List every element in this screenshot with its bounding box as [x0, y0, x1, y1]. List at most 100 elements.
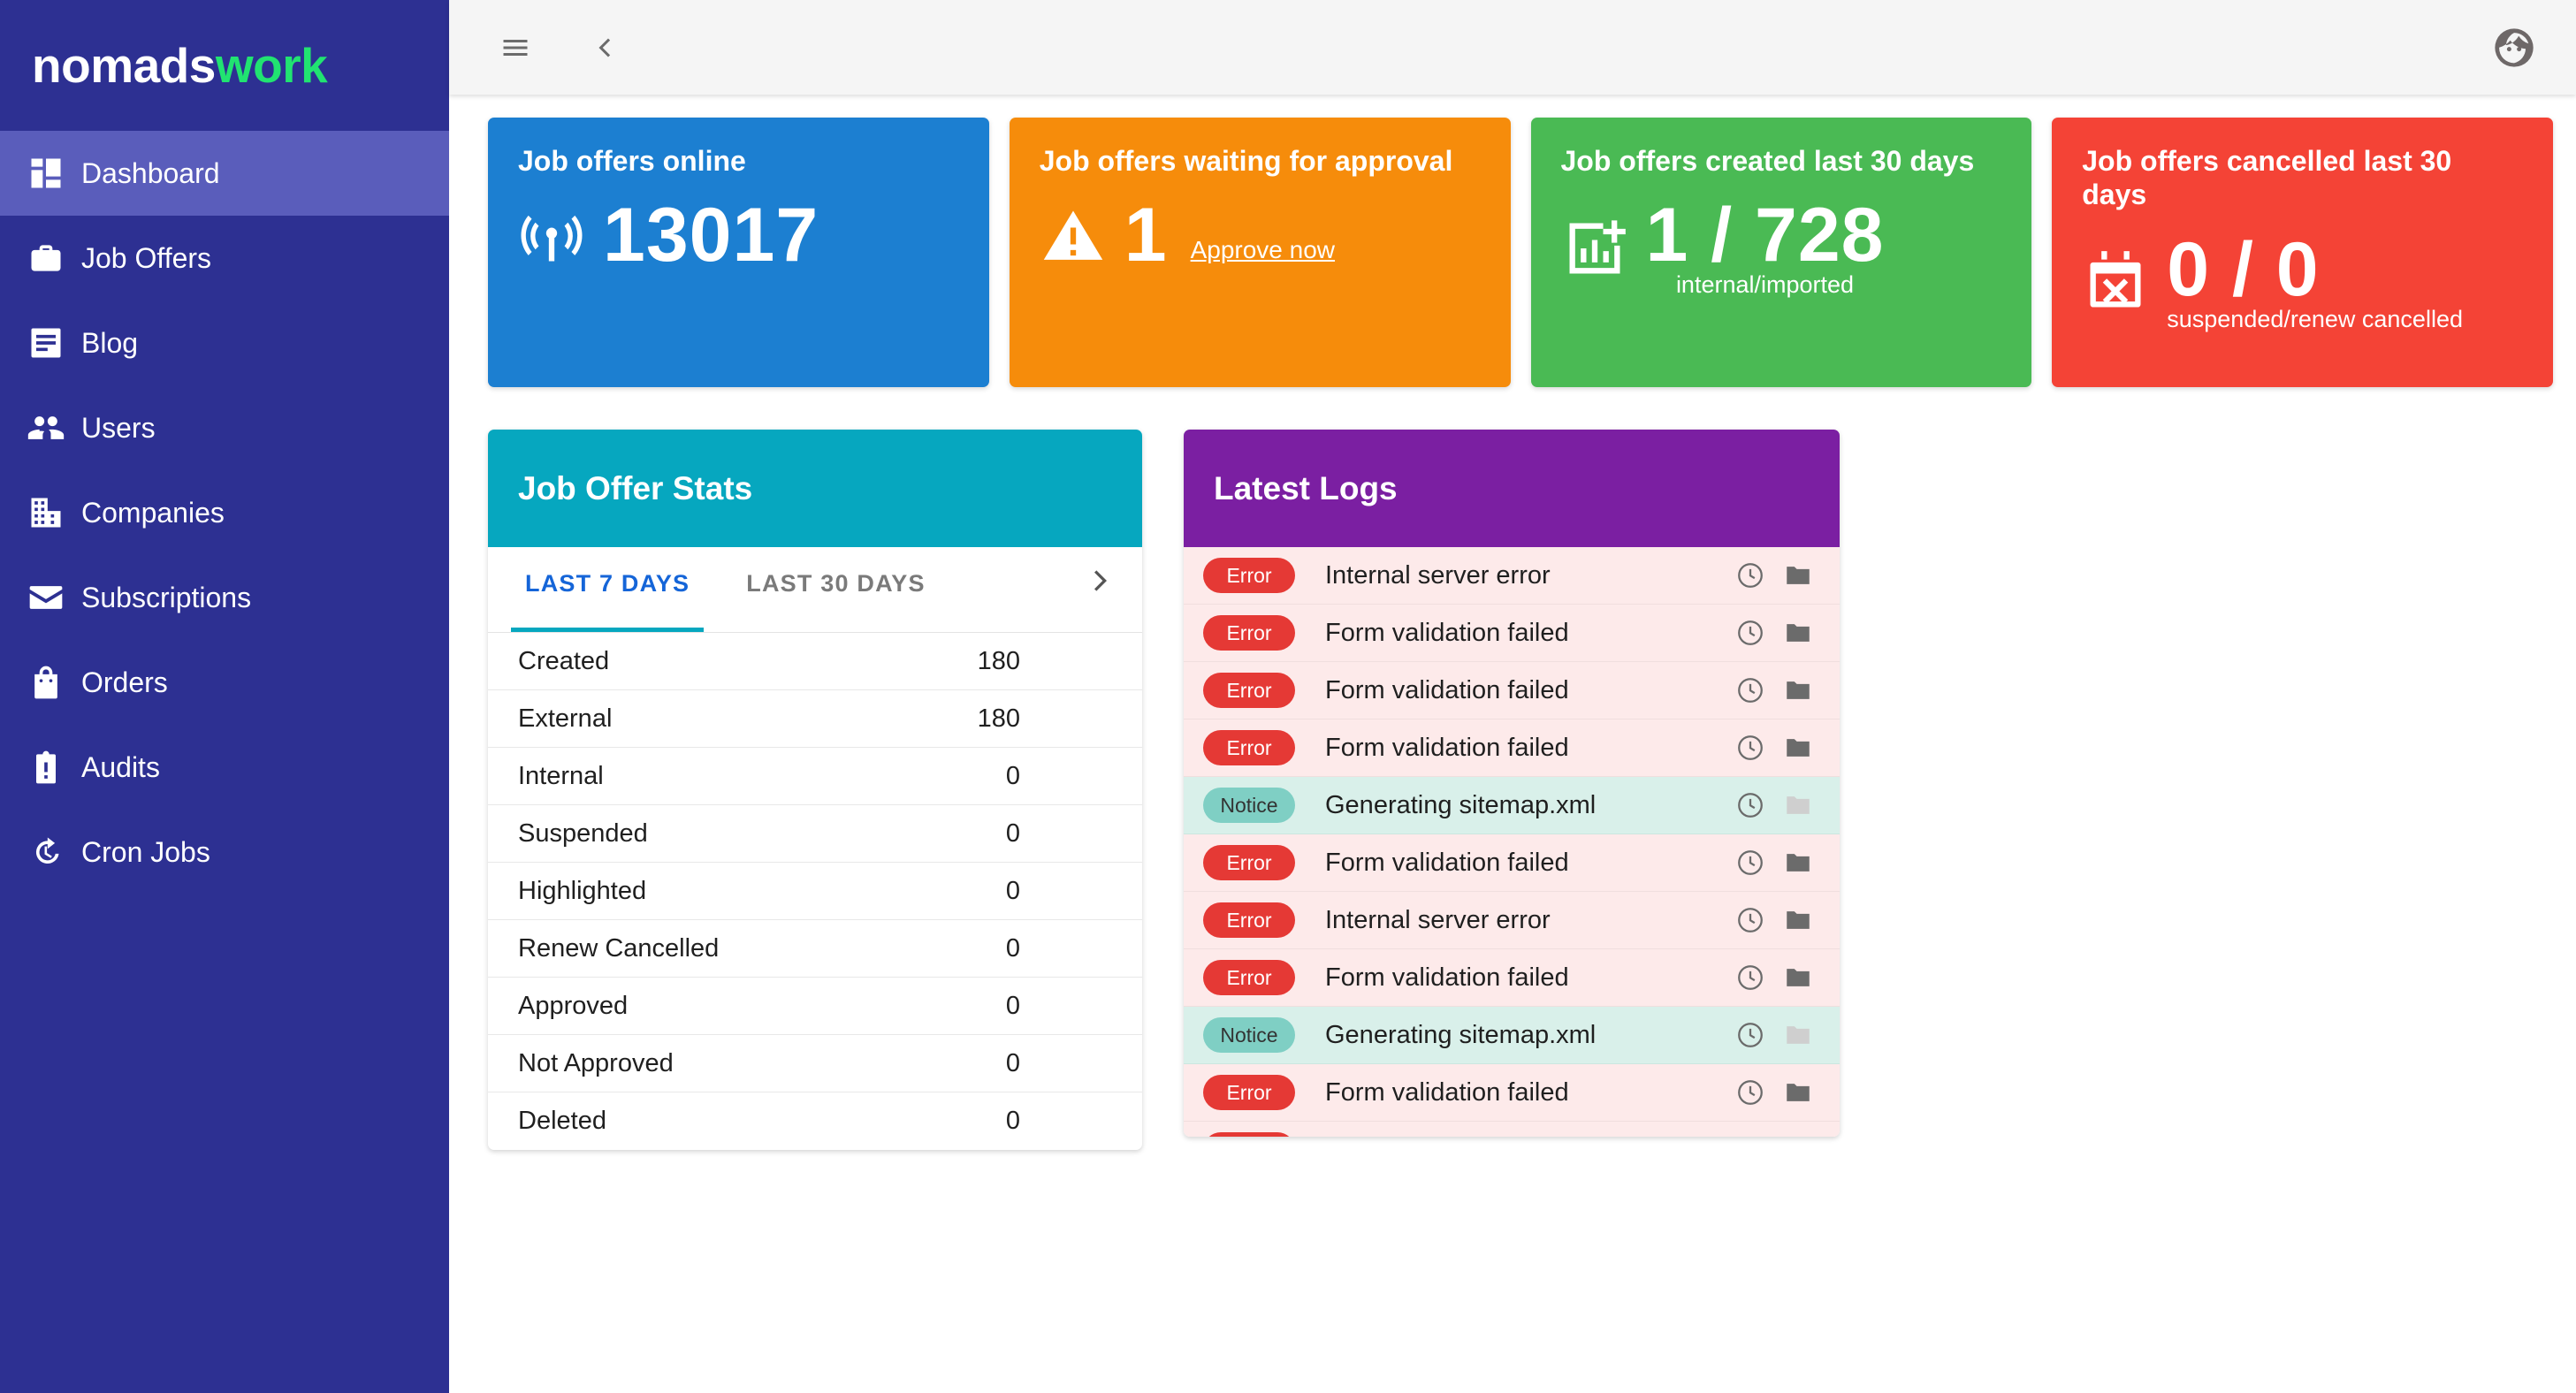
stat-card-value-row: 1 Approve now: [1124, 197, 1335, 275]
folder-icon[interactable]: [1783, 1077, 1813, 1108]
clock-icon[interactable]: [1735, 560, 1765, 590]
chevron-right-icon[interactable]: [1084, 547, 1142, 598]
folder-icon[interactable]: [1783, 963, 1813, 993]
status-badge: Error: [1203, 902, 1295, 938]
stat-card-body: 1 / 728 internal/imported: [1561, 197, 2002, 299]
add-chart-icon: [1561, 215, 1646, 282]
clock-icon[interactable]: [1735, 790, 1765, 820]
sidebar-item-cron-jobs[interactable]: Cron Jobs: [0, 810, 449, 894]
sidebar-item-users[interactable]: Users: [0, 385, 449, 470]
envelope-icon: [27, 578, 81, 617]
folder-icon[interactable]: [1783, 618, 1813, 648]
stat-card-waiting-approval[interactable]: Job offers waiting for approval 1 Approv…: [1009, 118, 1511, 387]
log-row-actions: [1735, 905, 1820, 935]
stat-card-value-row: 13017: [603, 197, 819, 275]
status-badge: Notice: [1203, 1017, 1295, 1053]
sidebar-item-label: Job Offers: [81, 241, 212, 274]
log-row[interactable]: Error Form validation failed: [1184, 719, 1840, 777]
job-offer-stats-header: Job Offer Stats: [488, 430, 1142, 547]
folder-icon[interactable]: [1783, 675, 1813, 705]
chevron-left-icon[interactable]: [576, 19, 635, 77]
stat-card-value: 1 / 728: [1645, 193, 1885, 278]
broadcast-antenna-icon: [518, 202, 603, 270]
clipboard-alert-icon: [27, 748, 81, 787]
log-row[interactable]: Error Internal server error: [1184, 547, 1840, 605]
stat-card-created-last-30-days[interactable]: Job offers created last 30 days 1 / 728 …: [1530, 118, 2032, 387]
stat-line: Suspended 0: [488, 805, 1142, 863]
sidebar-item-label: Dashboard: [81, 156, 220, 189]
stat-line-label: Deleted: [518, 1107, 606, 1135]
clock-icon[interactable]: [1735, 905, 1765, 935]
folder-icon[interactable]: [1783, 848, 1813, 878]
log-row[interactable]: Error Form validation failed: [1184, 662, 1840, 719]
folder-icon: [1787, 1026, 1810, 1044]
stat-card-cancelled-last-30-days[interactable]: Job offers cancelled last 30 days 0 / 0 …: [2052, 118, 2553, 387]
stat-line-label: Suspended: [518, 818, 648, 848]
log-message: Form validation failed: [1325, 1136, 1735, 1138]
stat-line-label: Highlighted: [518, 876, 647, 905]
log-row[interactable]: Error Form validation failed: [1184, 1122, 1840, 1137]
log-row-actions: [1735, 963, 1820, 993]
sidebar: nomadswork Dashboard Job Offers Blog Use…: [0, 0, 449, 1393]
account-face-icon[interactable]: [2482, 16, 2546, 80]
log-row[interactable]: Error Form validation failed: [1184, 1064, 1840, 1122]
tab-last-30-days[interactable]: LAST 30 DAYS: [718, 547, 953, 632]
folder-icon[interactable]: [1783, 560, 1813, 590]
clock-icon[interactable]: [1735, 1020, 1765, 1050]
clock-icon[interactable]: [1735, 1135, 1765, 1137]
log-row[interactable]: Notice Generating sitemap.xml: [1184, 1007, 1840, 1064]
hamburger-menu-icon[interactable]: [486, 19, 545, 77]
clock-icon[interactable]: [1735, 1077, 1765, 1108]
sidebar-item-dashboard[interactable]: Dashboard: [0, 131, 449, 216]
stat-line: Approved 0: [488, 978, 1142, 1035]
folder-icon[interactable]: [1783, 1135, 1813, 1137]
stat-line: Not Approved 0: [488, 1035, 1142, 1092]
stat-card-title: Job offers waiting for approval: [1039, 145, 1453, 177]
sidebar-nav: Dashboard Job Offers Blog Users Companie…: [0, 131, 449, 894]
clock-icon[interactable]: [1735, 618, 1765, 648]
stat-card-job-offers-online[interactable]: Job offers online 13017: [488, 118, 989, 387]
brand-logo[interactable]: nomadswork: [0, 0, 449, 131]
status-badge: Error: [1203, 960, 1295, 995]
clock-icon[interactable]: [1735, 675, 1765, 705]
stat-line: Created 180: [488, 633, 1142, 690]
log-row[interactable]: Error Form validation failed: [1184, 949, 1840, 1007]
stat-line-value: 0: [1005, 1107, 1020, 1135]
stat-line-label: Approved: [518, 991, 629, 1020]
sidebar-item-label: Cron Jobs: [81, 835, 210, 868]
log-row[interactable]: Error Internal server error: [1184, 892, 1840, 949]
clock-icon[interactable]: [1735, 733, 1765, 763]
clock-icon[interactable]: [1735, 848, 1765, 878]
sidebar-item-orders[interactable]: Orders: [0, 640, 449, 725]
stat-line-label: Renew Cancelled: [518, 933, 720, 963]
approve-now-link[interactable]: Approve now: [1191, 236, 1335, 275]
log-row-actions: [1735, 618, 1820, 648]
clock-refresh-icon: [27, 833, 81, 872]
sidebar-item-label: Audits: [81, 750, 160, 783]
sidebar-item-job-offers[interactable]: Job Offers: [0, 216, 449, 301]
sidebar-item-blog[interactable]: Blog: [0, 301, 449, 385]
stat-card-body: 1 Approve now: [1040, 197, 1481, 275]
stat-card-subtitle: suspended/renew cancelled: [2167, 305, 2463, 332]
stat-line-value: 180: [977, 646, 1020, 675]
people-icon: [27, 408, 81, 447]
clock-icon[interactable]: [1735, 963, 1765, 993]
log-message: Form validation failed: [1325, 675, 1569, 704]
panel-row: Job Offer Stats LAST 7 DAYS LAST 30 DAYS…: [488, 430, 2553, 1150]
tab-last-7-days[interactable]: LAST 7 DAYS: [497, 547, 718, 632]
job-offer-stats-tabs: LAST 7 DAYS LAST 30 DAYS: [488, 547, 1142, 632]
folder-icon[interactable]: [1783, 733, 1813, 763]
warning-triangle-icon: [1040, 202, 1124, 270]
sidebar-item-subscriptions[interactable]: Subscriptions: [0, 555, 449, 640]
folder-icon[interactable]: [1783, 905, 1813, 935]
log-row[interactable]: Notice Generating sitemap.xml: [1184, 777, 1840, 834]
status-badge: Error: [1203, 1132, 1295, 1137]
latest-logs-list[interactable]: Error Internal server error Error Form v…: [1184, 547, 1840, 1137]
log-row[interactable]: Error Form validation failed: [1184, 605, 1840, 662]
log-row[interactable]: Error Form validation failed: [1184, 834, 1840, 892]
sidebar-item-audits[interactable]: Audits: [0, 725, 449, 810]
sidebar-item-companies[interactable]: Companies: [0, 470, 449, 555]
stat-line: Internal 0: [488, 748, 1142, 805]
log-row-actions: [1735, 560, 1820, 590]
stat-card-title: Job offers online: [518, 145, 746, 177]
